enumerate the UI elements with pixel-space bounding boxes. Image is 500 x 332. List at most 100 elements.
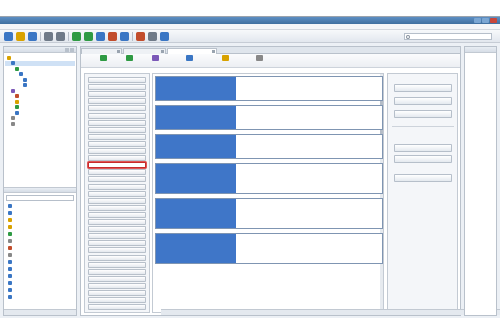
library-item[interactable] [5,252,75,257]
close-button[interactable] [490,18,497,23]
library-item[interactable] [5,280,75,285]
palette-item[interactable] [88,282,146,289]
tree-item[interactable] [5,99,75,104]
pane-close-icon[interactable] [70,48,74,52]
palette-item[interactable] [88,133,146,140]
tree-item[interactable] [5,66,75,71]
palette-item[interactable] [88,211,146,218]
palette-item[interactable] [88,197,146,204]
palette-item[interactable] [88,261,146,268]
config-element[interactable] [155,76,383,101]
panel-bottom-button[interactable] [394,174,452,182]
tree-item[interactable] [5,88,75,93]
project-search-input[interactable] [404,33,492,40]
editor-tool-button[interactable] [179,55,201,67]
library-item[interactable] [5,224,75,229]
palette-item[interactable] [88,254,146,261]
palette-item[interactable] [88,119,146,126]
panel-action-button[interactable] [394,97,452,105]
library-item[interactable] [5,203,75,208]
palette-item[interactable] [88,240,146,247]
palette-item[interactable] [88,148,146,154]
palette-item[interactable] [88,126,146,133]
config-element[interactable] [155,105,383,130]
tree-item[interactable] [5,110,75,115]
download-icon[interactable] [84,32,93,41]
config-element[interactable] [155,198,383,229]
library-item[interactable] [5,294,75,299]
library-item[interactable] [5,287,75,292]
tree-item[interactable] [5,121,75,126]
library-filter-input[interactable] [6,195,74,201]
panel-action-button[interactable] [394,84,452,92]
palette-item[interactable] [88,268,146,275]
palette-item[interactable] [88,105,146,112]
help-icon[interactable] [160,32,169,41]
palette-item[interactable] [88,176,146,183]
tab-close-icon[interactable] [212,50,215,53]
stop-icon[interactable] [136,32,145,41]
new-icon[interactable] [4,32,13,41]
config-element[interactable] [155,233,383,264]
config-element[interactable] [155,134,383,159]
library-item[interactable] [5,259,75,264]
save-icon[interactable] [28,32,37,41]
tree-item[interactable] [5,77,75,82]
panel-sub-button[interactable] [394,155,452,163]
tree-item[interactable] [5,60,75,66]
minimize-button[interactable] [474,18,481,23]
editor-tool-button[interactable] [145,55,167,67]
palette-item[interactable] [88,204,146,211]
editor-tool-button[interactable] [93,55,115,67]
library-item[interactable] [5,210,75,215]
palette-item[interactable] [88,84,146,91]
undo-icon[interactable] [44,32,53,41]
editor-tool-button[interactable] [119,55,141,67]
palette-item[interactable] [88,77,146,83]
palette-item[interactable] [88,290,146,296]
palette-item[interactable] [88,297,146,304]
pane-pin-icon[interactable] [65,48,69,52]
editor-tool-button[interactable] [215,55,237,67]
palette-item[interactable] [88,91,146,98]
tree-item[interactable] [5,72,75,77]
library-item[interactable] [5,273,75,278]
palette-item[interactable] [88,112,146,119]
panel-action-button[interactable] [394,110,452,118]
open-icon[interactable] [16,32,25,41]
tree-item[interactable] [5,94,75,99]
library-item[interactable] [5,217,75,222]
online-icon[interactable] [96,32,105,41]
palette-item[interactable] [88,155,146,162]
palette-item[interactable] [88,226,146,233]
palette-item[interactable] [88,247,146,254]
redo-icon[interactable] [56,32,65,41]
settings-icon[interactable] [148,32,157,41]
tab-close-icon[interactable] [161,50,164,53]
palette-item[interactable] [88,169,146,176]
palette-item[interactable] [88,233,146,240]
tree-item[interactable] [5,116,75,121]
tree-item[interactable] [5,83,75,88]
palette-item[interactable] [88,275,146,282]
tree-item[interactable] [5,55,75,60]
palette-item[interactable] [88,140,146,147]
palette-item-highlighted[interactable] [88,162,146,169]
library-item[interactable] [5,238,75,243]
editor-tool-button[interactable] [249,55,271,67]
tab-close-icon[interactable] [117,50,120,53]
config-element[interactable] [155,163,383,194]
tree-item[interactable] [5,105,75,110]
panel-sub-button[interactable] [394,144,452,152]
library-item[interactable] [5,231,75,236]
offline-icon[interactable] [108,32,117,41]
palette-item[interactable] [88,190,146,197]
monitor-icon[interactable] [120,32,129,41]
library-item[interactable] [5,245,75,250]
compile-icon[interactable] [72,32,81,41]
palette-item[interactable] [88,183,146,190]
palette-item[interactable] [88,304,146,311]
maximize-button[interactable] [482,18,489,23]
palette-item[interactable] [88,219,146,225]
library-item[interactable] [5,266,75,271]
